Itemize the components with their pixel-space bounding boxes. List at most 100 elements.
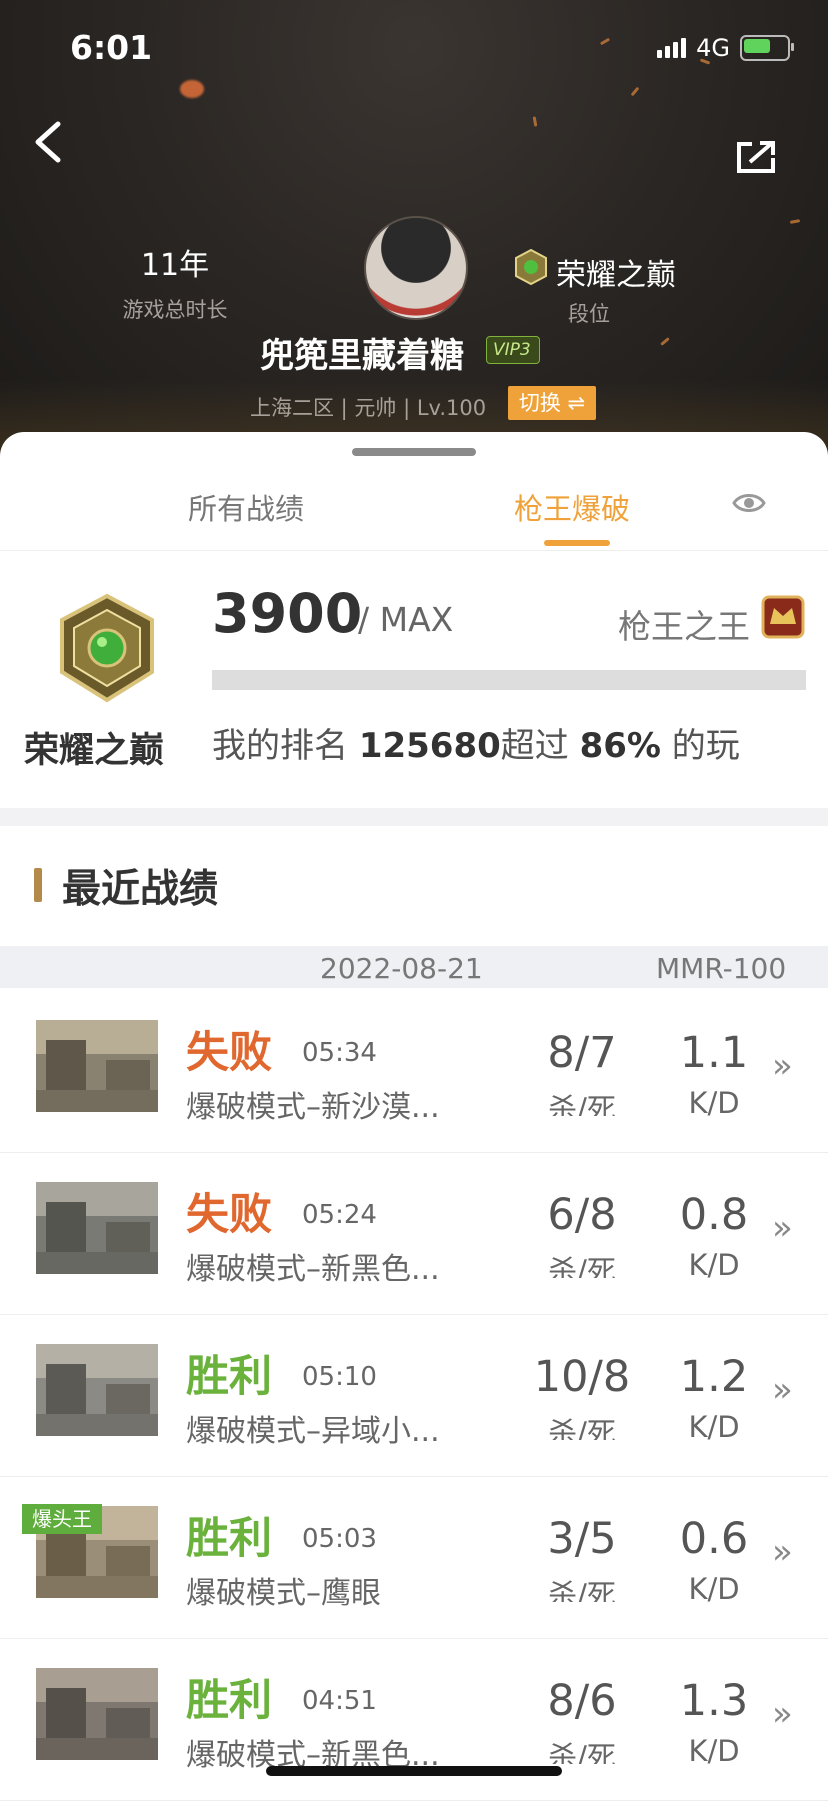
profile-header: 6:01 4G 11年 游戏总时长 荣耀之巅 段位 兜篼里藏着糖 VIP3 上海… — [0, 0, 828, 460]
network-label: 4G — [696, 34, 730, 62]
home-indicator[interactable] — [266, 1766, 562, 1776]
kills-deaths-label: 杀/死 — [548, 1578, 616, 1602]
record-date: 2022-08-21 — [320, 952, 483, 985]
match-result: 胜利 — [186, 1352, 272, 1402]
king-rank-icon — [761, 595, 805, 639]
chevron-right-icon: » — [772, 1208, 793, 1248]
chevron-left-icon — [35, 121, 61, 163]
kd-label: K/D — [688, 1086, 740, 1116]
headshot-tag: 爆头王 — [22, 1504, 102, 1534]
match-duration: 05:10 — [302, 1362, 377, 1392]
ranking-number: 125680 — [358, 726, 501, 766]
recent-title: 最近战绩 — [62, 867, 219, 912]
map-thumbnail — [36, 1344, 158, 1436]
status-time: 6:01 — [70, 28, 153, 67]
map-thumbnail — [36, 1182, 158, 1274]
match-result: 胜利 — [186, 1676, 272, 1726]
avatar[interactable] — [364, 216, 468, 320]
ranking-percent: 86% — [579, 726, 661, 766]
section-gap — [0, 808, 828, 826]
kd-label: K/D — [688, 1572, 740, 1602]
player-nickname: 兜篼里藏着糖 — [260, 336, 464, 376]
kd-ratio: 1.2 — [679, 1352, 749, 1402]
ember-decoration — [599, 37, 611, 46]
ranking-suffix: 的玩 — [660, 726, 740, 766]
status-indicators: 4G — [657, 34, 794, 62]
play-years: 11年 — [140, 248, 210, 283]
match-row[interactable]: 失败 05:24 爆破模式–新黑色... 6/8 杀/死 0.8 K/D » — [0, 1152, 828, 1315]
ember-decoration — [180, 80, 204, 98]
ember-decoration — [630, 86, 640, 97]
drag-handle[interactable] — [352, 448, 476, 456]
chevron-right-icon: » — [772, 1370, 793, 1410]
kd-ratio: 0.8 — [679, 1190, 749, 1240]
ember-decoration — [660, 337, 670, 346]
kills-deaths: 10/8 — [533, 1352, 631, 1402]
share-icon — [737, 141, 775, 173]
rank-label: 段位 — [568, 302, 610, 326]
back-button[interactable] — [30, 120, 70, 163]
match-duration: 04:51 — [302, 1686, 377, 1716]
match-mode: 爆破模式–异域小... — [186, 1414, 440, 1449]
kills-deaths: 8/7 — [547, 1028, 617, 1078]
score-max: / MAX — [358, 600, 454, 639]
rank-medal-icon — [60, 593, 154, 703]
kills-deaths-label: 杀/死 — [548, 1740, 616, 1764]
kills-deaths-label: 杀/死 — [548, 1254, 616, 1278]
play-years-label: 游戏总时长 — [122, 298, 228, 322]
kd-label: K/D — [688, 1734, 740, 1764]
match-result: 胜利 — [186, 1514, 272, 1564]
rank-name: 荣耀之巅 — [556, 258, 676, 293]
kd-label: K/D — [688, 1248, 740, 1278]
match-row[interactable]: 失败 05:34 爆破模式–新沙漠... 8/7 杀/死 1.1 K/D » — [0, 990, 828, 1153]
chevron-right-icon: » — [772, 1532, 793, 1572]
chevron-right-icon: » — [772, 1046, 793, 1086]
kd-ratio: 1.3 — [679, 1676, 749, 1726]
kills-deaths-label: 杀/死 — [548, 1092, 616, 1116]
kd-label: K/D — [688, 1410, 740, 1440]
map-thumbnail — [36, 1668, 158, 1760]
kd-ratio: 1.1 — [679, 1028, 749, 1078]
server-info: 上海二区 | 元帅 | Lv.100 — [250, 396, 487, 420]
medal-name: 荣耀之巅 — [24, 731, 165, 771]
tab-gun-king[interactable]: 枪王爆破 — [514, 486, 630, 528]
match-result: 失败 — [186, 1028, 272, 1078]
chevron-right-icon: » — [772, 1694, 793, 1734]
vip-badge: VIP3 — [486, 336, 540, 364]
match-row[interactable]: 爆头王 胜利 05:03 爆破模式–鹰眼 3/5 杀/死 0.6 K/D » — [0, 1476, 828, 1639]
kills-deaths: 6/8 — [547, 1190, 617, 1240]
match-result: 失败 — [186, 1190, 272, 1240]
map-thumbnail — [36, 1020, 158, 1112]
match-row[interactable]: 胜利 05:10 爆破模式–异域小... 10/8 杀/死 1.2 K/D » — [0, 1314, 828, 1477]
match-duration: 05:24 — [302, 1200, 377, 1230]
ember-decoration — [532, 116, 538, 127]
next-rank-label: 枪王之王 — [618, 607, 750, 646]
ranking-text: 我的排名 125680超过 86% 的玩 — [212, 718, 740, 767]
score: 3900 — [212, 582, 363, 645]
kills-deaths: 3/5 — [547, 1514, 617, 1564]
rank-badge-icon — [515, 248, 547, 286]
section-marker — [34, 868, 42, 902]
match-mode: 爆破模式–鹰眼 — [186, 1576, 381, 1611]
match-duration: 05:34 — [302, 1038, 377, 1068]
switch-button[interactable]: 切换 ⇌ — [508, 386, 596, 420]
tab-indicator — [544, 540, 610, 546]
divider — [0, 550, 828, 551]
ranking-mid: 超过 — [500, 726, 580, 766]
kd-ratio: 0.6 — [679, 1514, 749, 1564]
score-progress — [212, 670, 806, 690]
signal-icon — [657, 38, 687, 58]
kills-deaths-label: 杀/死 — [548, 1416, 616, 1440]
match-duration: 05:03 — [302, 1524, 377, 1554]
stats-sheet: 所有战绩 枪王爆破 荣耀之巅 3900 / MAX 枪王之王 我的排名 1256… — [0, 432, 828, 1801]
battery-icon — [740, 35, 794, 61]
eye-icon[interactable] — [732, 490, 766, 516]
share-button[interactable] — [736, 140, 776, 174]
match-mode: 爆破模式–新黑色... — [186, 1252, 440, 1287]
match-row[interactable]: 胜利 04:51 爆破模式–新黑色... 8/6 杀/死 1.3 K/D» — [0, 1638, 828, 1801]
tab-all-records[interactable]: 所有战绩 — [188, 486, 304, 528]
match-mode: 爆破模式–新沙漠... — [186, 1090, 440, 1125]
mmr-value: MMR-100 — [656, 952, 787, 985]
ember-decoration — [789, 219, 801, 224]
ranking-prefix: 我的排名 — [212, 726, 359, 766]
